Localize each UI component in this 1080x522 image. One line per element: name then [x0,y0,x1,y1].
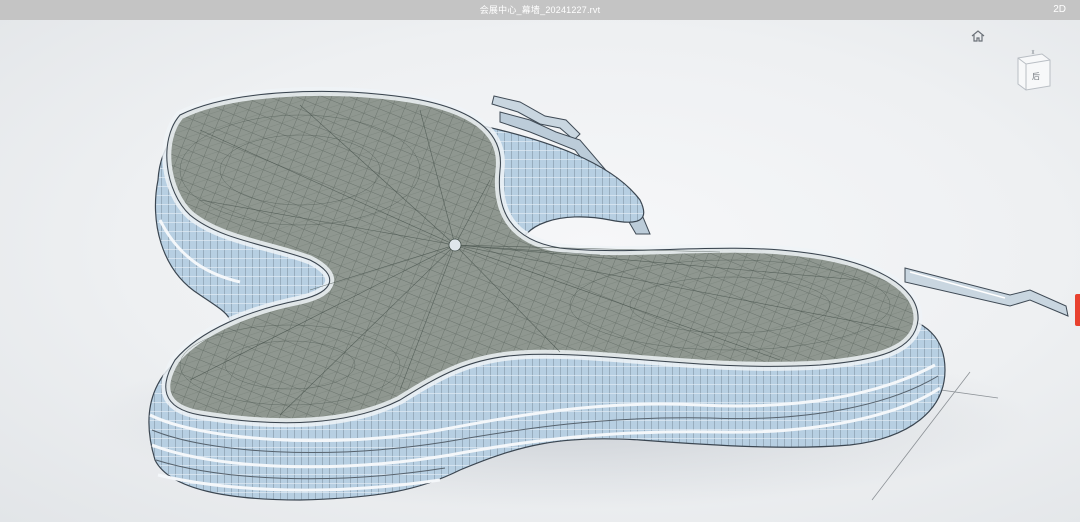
walkway-right [904,267,1069,317]
side-panel-handle[interactable] [1075,294,1080,326]
viewcube-face-label: 后 [1032,71,1040,81]
2d-toggle-button[interactable]: 2D [1053,0,1066,20]
building-model[interactable] [0,20,1080,522]
roof-center-node [448,238,462,252]
home-view-button[interactable] [970,28,986,44]
view-cube[interactable]: 后 [1012,46,1054,94]
3d-viewport[interactable]: 后 [0,20,1080,522]
home-icon [971,30,985,42]
file-title: 会展中心_幕墙_20241227.rvt [479,5,601,15]
viewcube-icon: 后 [1017,49,1051,91]
title-bar: 会展中心_幕墙_20241227.rvt 2D [0,0,1080,20]
